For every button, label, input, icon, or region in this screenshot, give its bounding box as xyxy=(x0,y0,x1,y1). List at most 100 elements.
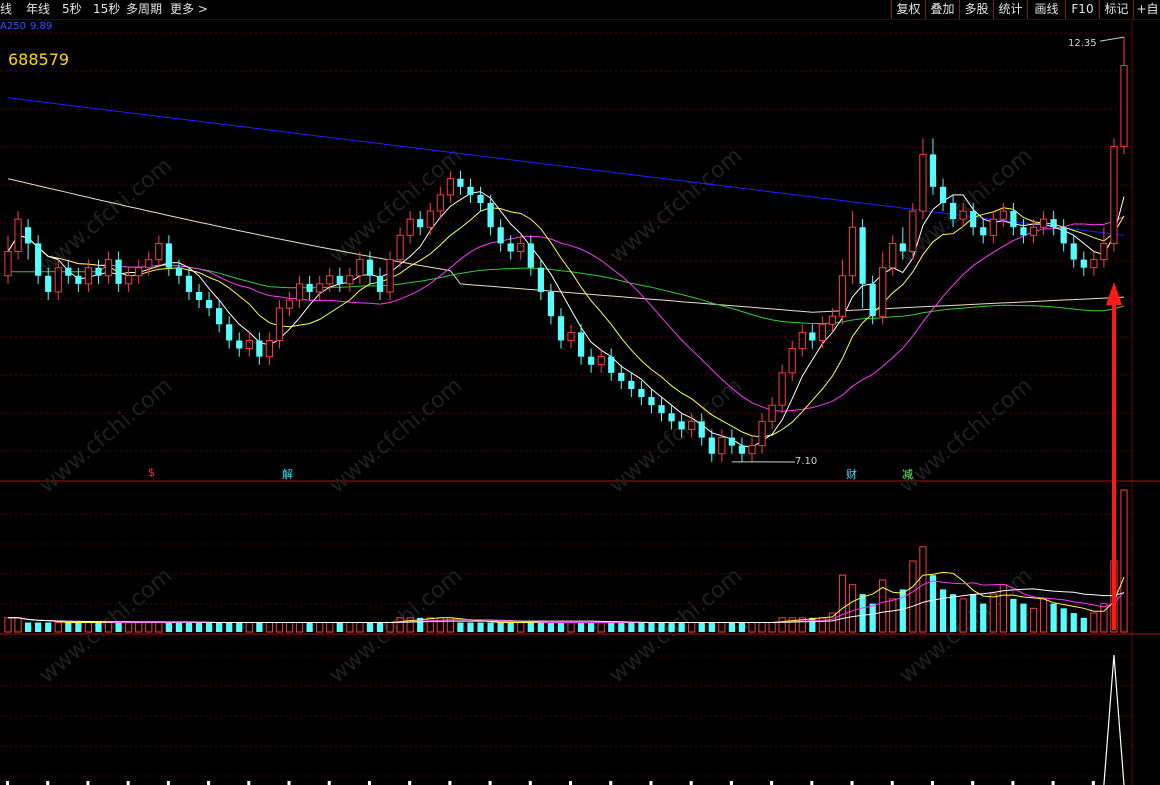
volume-bar-up xyxy=(14,617,22,633)
tab-5-seconds[interactable]: 5秒 xyxy=(62,1,82,17)
watermark-text: www.cfchi.com xyxy=(895,373,1037,498)
draw-line-button[interactable]: 画线 xyxy=(1027,0,1065,19)
volume-bar-up xyxy=(84,622,93,633)
ma10-line xyxy=(7,207,1125,438)
volume-bar-down xyxy=(256,622,263,632)
tab-multi-period[interactable]: 多周期 xyxy=(126,1,162,17)
candle-body-down xyxy=(658,405,665,414)
candle-body-up xyxy=(758,420,766,447)
candle-body-down xyxy=(1080,259,1087,268)
tab-year-line[interactable]: 年线 xyxy=(26,1,50,17)
volume-bar-down xyxy=(336,622,343,632)
volume-bar-down xyxy=(588,622,595,632)
mark-button[interactable]: 标记 xyxy=(1099,0,1133,19)
volume-bar-down xyxy=(35,622,42,632)
candle-body-down xyxy=(1060,227,1067,244)
volume-bar-down xyxy=(216,622,223,632)
candle-body-up xyxy=(104,259,113,277)
volume-bar-down xyxy=(195,622,203,632)
candle-body-down xyxy=(45,275,52,292)
tab-line[interactable]: 线 xyxy=(0,1,12,17)
indicator-tick xyxy=(609,781,613,785)
volume-bar-up xyxy=(326,622,334,633)
candle-body-up xyxy=(889,242,897,269)
volume-bar-up xyxy=(828,612,837,633)
stock-chart[interactable]: www.cfchi.com www.cfchi.com www.cfchi.com w… xyxy=(0,0,1160,785)
candle-body-up xyxy=(54,267,62,293)
restore-rights-button[interactable]: 复权 xyxy=(891,0,925,19)
volume-bar-down xyxy=(557,622,565,632)
candle-body-up xyxy=(1120,64,1128,147)
overlay-button[interactable]: 叠加 xyxy=(925,0,959,19)
volume-bar-up xyxy=(999,584,1007,633)
volume-bar-down xyxy=(185,622,193,632)
candle-body-down xyxy=(165,243,172,268)
candle-body-down xyxy=(457,178,464,187)
volume-bar-down xyxy=(939,589,947,632)
volume-bar-down xyxy=(537,622,544,632)
volume-bar-up xyxy=(517,622,525,633)
volume-bar-up xyxy=(54,622,62,633)
event-reduction-marker[interactable]: 减 xyxy=(902,466,913,482)
candle-body-down xyxy=(1010,211,1017,228)
event-unlock-marker[interactable]: 解 xyxy=(282,466,293,482)
candle-body-up xyxy=(4,251,12,277)
indicator-tick xyxy=(930,781,934,785)
event-financial-report-marker[interactable]: 财 xyxy=(846,466,857,482)
indicator-tick xyxy=(126,781,130,785)
add-watchlist-button[interactable]: +自选 xyxy=(1133,0,1160,19)
candle-body-down xyxy=(487,202,494,228)
candle-body-down xyxy=(859,227,866,284)
volume-bar-down xyxy=(75,622,82,632)
volume-bar-up xyxy=(295,622,304,633)
indicator-tick xyxy=(6,781,9,785)
candle-body-down xyxy=(698,421,705,438)
volume-bar-up xyxy=(919,546,927,633)
candle-body-down xyxy=(708,437,715,454)
candle-body-down xyxy=(24,227,32,244)
tab-more[interactable]: 更多 > xyxy=(170,1,208,17)
candle-body-down xyxy=(949,202,957,220)
candle-body-up xyxy=(295,283,304,301)
candle-body-up xyxy=(798,331,806,350)
candle-body-down xyxy=(1050,219,1057,228)
candle-body-down xyxy=(65,267,72,276)
candle-body-up xyxy=(828,315,837,325)
volume-bar-up xyxy=(758,622,766,633)
watermark-text: www.cfchi.com xyxy=(35,373,177,498)
candle-body-up xyxy=(125,275,133,285)
high-price-label: 12.35 xyxy=(1068,38,1097,49)
volume-bar-down xyxy=(648,622,655,632)
indicator-tick xyxy=(166,781,170,785)
watermark-text: www.cfchi.com xyxy=(325,563,467,688)
volume-bar-down xyxy=(1060,608,1067,632)
candle-body-down xyxy=(970,211,977,228)
indicator-tick xyxy=(528,781,532,785)
candle-body-down xyxy=(226,324,233,341)
volume-bar-up xyxy=(356,622,364,633)
red-up-arrow-icon xyxy=(1106,282,1122,630)
candle-body-down xyxy=(809,332,816,341)
volume-bar-down xyxy=(95,622,102,632)
candle-body-down xyxy=(588,356,595,365)
statistics-button[interactable]: 统计 xyxy=(993,0,1027,19)
candle-body-down xyxy=(195,291,203,301)
candle-body-up xyxy=(265,339,274,358)
volume-bar-down xyxy=(45,622,52,632)
candle-body-down xyxy=(376,275,384,292)
candle-body-up xyxy=(788,348,796,374)
volume-bar-down xyxy=(698,622,705,632)
volume-bar-up xyxy=(104,622,113,633)
event-dividend-marker[interactable]: $ xyxy=(148,466,155,479)
ma20-line xyxy=(7,216,1125,412)
f10-button[interactable]: F10 xyxy=(1065,0,1099,19)
volume-bar-down xyxy=(24,622,32,632)
candle-body-down xyxy=(668,413,675,422)
volume-bar-down xyxy=(929,575,937,632)
volume-series xyxy=(4,489,1128,633)
volume-bar-down xyxy=(457,622,464,632)
candle-body-down xyxy=(306,283,313,292)
multi-stock-button[interactable]: 多股 xyxy=(959,0,993,19)
tab-15-seconds[interactable]: 15秒 xyxy=(93,1,120,17)
volume-bar-down xyxy=(668,622,675,632)
